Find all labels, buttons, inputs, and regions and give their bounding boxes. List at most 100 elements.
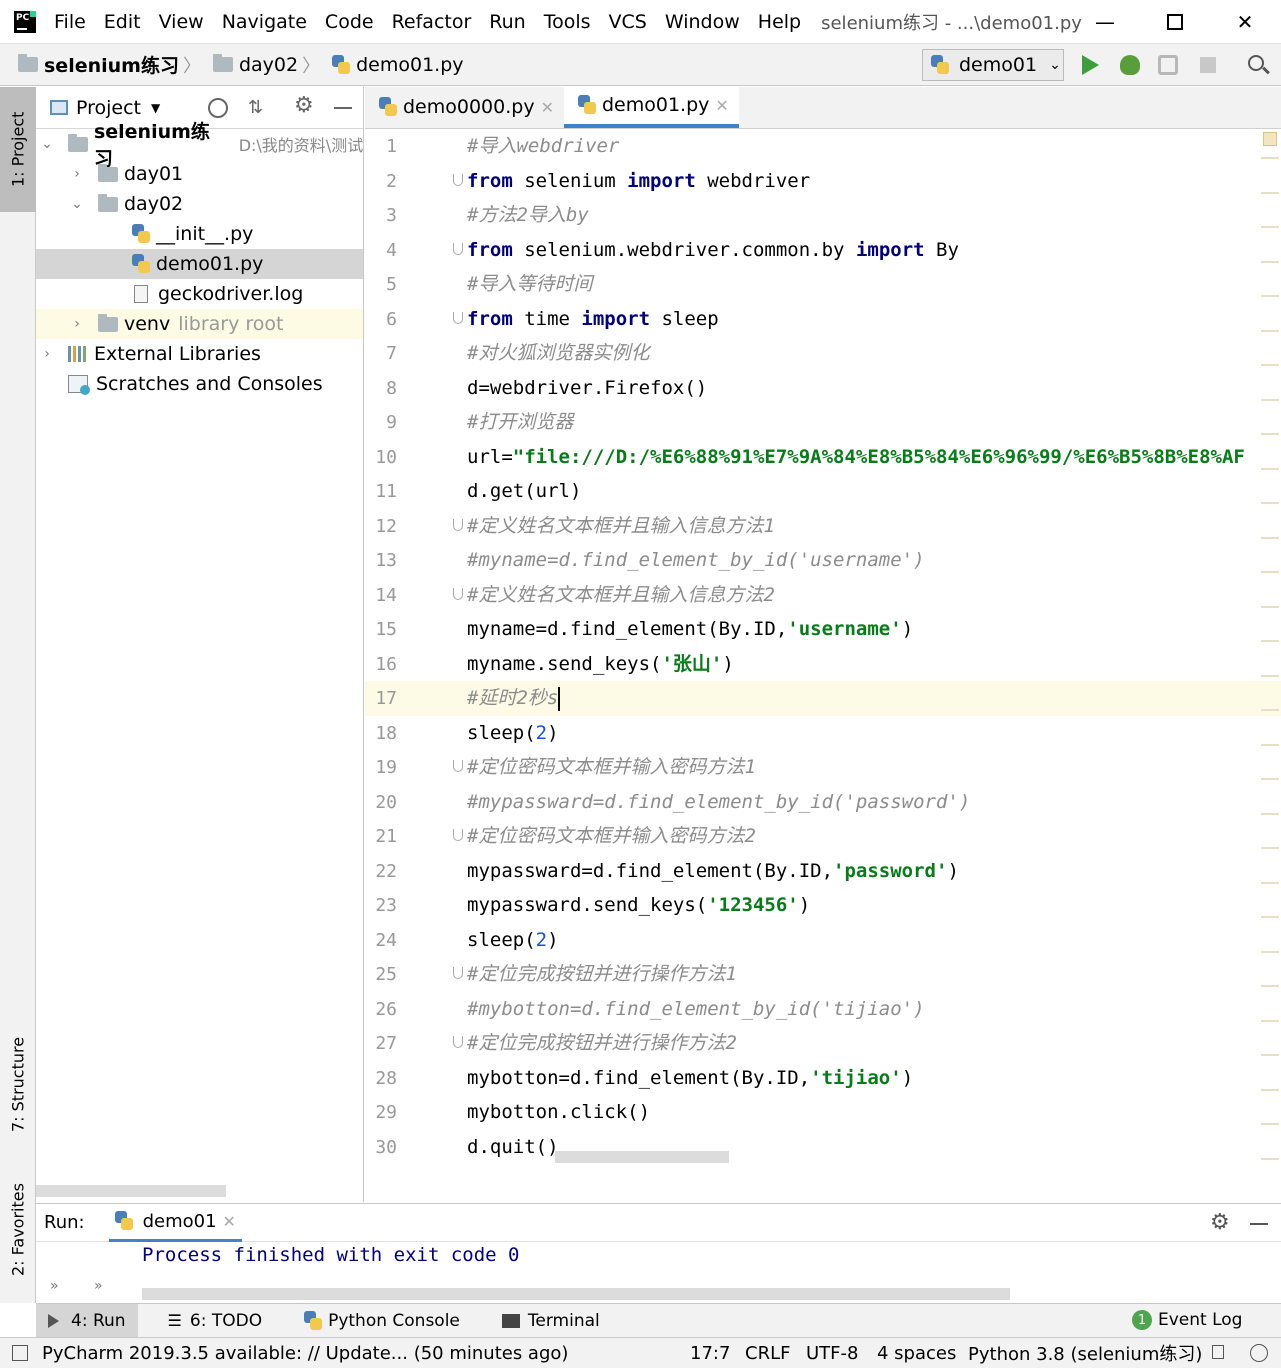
code-line[interactable]: from time import sleep — [467, 302, 719, 336]
error-stripe-mark[interactable] — [1261, 536, 1279, 539]
code-line[interactable]: d.get(url) — [467, 474, 581, 508]
menu-navigate[interactable]: Navigate — [222, 11, 307, 33]
menu-view[interactable]: View — [159, 11, 204, 33]
error-stripe-mark[interactable] — [1261, 571, 1279, 573]
code-line[interactable]: d=webdriver.Firefox() — [467, 371, 707, 405]
code-line[interactable]: mypassward=d.find_element(By.ID,'passwor… — [467, 854, 959, 888]
error-stripe-mark[interactable] — [1261, 295, 1279, 297]
lock-icon[interactable] — [1212, 1345, 1224, 1359]
chevron-down-icon[interactable]: ▼ — [151, 101, 160, 115]
error-stripe-mark[interactable] — [1261, 847, 1279, 849]
fold-marker-icon[interactable] — [453, 587, 463, 600]
error-stripe-mark[interactable] — [1261, 916, 1279, 918]
tree-item-demo01-py[interactable]: demo01.py — [36, 249, 363, 279]
code-line[interactable]: #定义姓名文本框并且输入信息方法2 — [467, 578, 775, 612]
code-line[interactable]: #定义姓名文本框并且输入信息方法1 — [467, 509, 775, 543]
code-line[interactable]: #定位密码文本框并输入密码方法1 — [467, 750, 756, 784]
tree-item-project-root[interactable]: ⌄ selenium练习 D:\我的资料\测试 — [36, 121, 363, 170]
code-line[interactable]: #方法2导入by — [467, 198, 589, 232]
tree-item-scratches[interactable]: Scratches and Consoles — [36, 369, 363, 399]
breadcrumb-file[interactable]: demo01.py — [332, 54, 464, 76]
error-stripe-mark[interactable] — [1261, 1054, 1279, 1056]
menu-window[interactable]: Window — [665, 11, 740, 33]
run-horizontal-scrollbar[interactable] — [142, 1288, 1010, 1300]
code-line[interactable]: mybotton=d.find_element(By.ID,'tijiao') — [467, 1061, 913, 1095]
line-separator[interactable]: CRLF — [745, 1343, 790, 1364]
python-interpreter[interactable]: Python 3.8 (selenium练习) — [968, 1340, 1202, 1366]
menu-file[interactable]: File — [54, 11, 86, 33]
cursor-position[interactable]: 17:7 — [690, 1343, 730, 1364]
expand-icon[interactable]: » — [50, 1278, 59, 1294]
code-line[interactable]: sleep(2) — [467, 923, 559, 957]
breadcrumb-day02[interactable]: day02 — [212, 54, 298, 76]
fold-marker-icon[interactable] — [453, 760, 463, 772]
error-stripe-mark[interactable] — [1261, 743, 1279, 746]
tool-tab-terminal[interactable]: Terminal — [490, 1311, 600, 1331]
close-tab-icon[interactable]: ✕ — [715, 96, 728, 115]
tool-tab-project[interactable]: 1: Project — [0, 87, 36, 212]
fold-marker-icon[interactable] — [453, 242, 463, 255]
code-area[interactable]: 1 #导入webdriver 2 from selenium import webdr… — [365, 129, 1281, 1202]
menu-refactor[interactable]: Refactor — [392, 11, 472, 33]
menu-run[interactable]: Run — [489, 11, 525, 33]
error-stripe-mark[interactable] — [1261, 1019, 1279, 1022]
error-stripe-mark[interactable] — [1261, 1123, 1279, 1125]
error-stripe-mark[interactable] — [1261, 985, 1279, 987]
menu-edit[interactable]: Edit — [104, 11, 141, 33]
minimize-icon[interactable]: — — [1070, 0, 1140, 44]
error-stripe-mark[interactable] — [1261, 605, 1279, 608]
gear-icon[interactable]: ⚙ — [1210, 1210, 1230, 1235]
tool-tab-structure[interactable]: 7: Structure — [0, 1022, 36, 1147]
tool-tab-run[interactable]: 4: Run — [36, 1303, 138, 1338]
error-stripe-mark[interactable] — [1261, 778, 1279, 780]
code-line[interactable]: from selenium import webdriver — [467, 164, 810, 198]
run-config-select[interactable]: demo01 ⌄ — [922, 49, 1064, 81]
error-stripe-mark[interactable] — [1261, 433, 1279, 435]
close-tab-icon[interactable]: ✕ — [541, 98, 554, 117]
error-stripe-mark[interactable] — [1261, 674, 1279, 677]
chevron-right-icon[interactable]: › — [70, 166, 84, 182]
code-line[interactable]: #对火狐浏览器实例化 — [467, 336, 649, 370]
error-stripe-mark[interactable] — [1261, 226, 1279, 228]
menu-code[interactable]: Code — [325, 11, 374, 33]
error-stripe-mark[interactable] — [1261, 1088, 1279, 1091]
error-stripe-mark[interactable] — [1261, 709, 1279, 711]
code-line[interactable]: #mybotton=d.find_element_by_id('tijiao') — [467, 992, 925, 1026]
code-line[interactable]: #定位完成按钮并进行操作方法2 — [467, 1026, 737, 1060]
tool-tab-python-console[interactable]: Python Console — [292, 1310, 460, 1331]
menu-help[interactable]: Help — [758, 11, 801, 33]
fold-marker-icon[interactable] — [453, 518, 463, 531]
error-stripe-mark[interactable] — [1261, 502, 1279, 504]
code-line[interactable]: #延时2秒s — [467, 681, 561, 715]
tool-tab-todo[interactable]: ☰ 6: TODO — [156, 1311, 263, 1331]
tree-item-geckodriver-log[interactable]: geckodriver.log — [36, 279, 363, 309]
chevron-right-icon[interactable]: › — [40, 346, 54, 362]
error-stripe-mark[interactable] — [1261, 1157, 1279, 1160]
tool-tab-favorites[interactable]: 2: Favorites — [0, 1167, 36, 1292]
run-tab-demo01[interactable]: demo01 ✕ — [108, 1204, 242, 1242]
tab-demo0000-py[interactable]: demo0000.py ✕ — [365, 86, 564, 128]
close-icon[interactable]: ✕ — [1210, 0, 1280, 44]
error-stripe-mark[interactable] — [1261, 191, 1279, 194]
locate-icon[interactable] — [208, 98, 228, 118]
fold-marker-icon[interactable] — [453, 829, 463, 841]
code-line[interactable]: url="file:///D:/%E6%88%91%E7%9A%84%E8%B5… — [467, 440, 1245, 474]
code-line[interactable]: #定位完成按钮并进行操作方法1 — [467, 957, 737, 991]
error-stripe-mark[interactable] — [1261, 812, 1279, 815]
hide-icon[interactable] — [334, 107, 352, 109]
code-line[interactable]: #定位密码文本框并输入密码方法2 — [467, 819, 756, 853]
fold-marker-icon[interactable] — [453, 173, 463, 186]
close-tab-icon[interactable]: ✕ — [223, 1212, 236, 1231]
menu-vcs[interactable]: VCS — [609, 11, 647, 33]
tree-item-day02[interactable]: ⌄ day02 — [36, 189, 363, 219]
maximize-icon[interactable] — [1140, 0, 1210, 44]
error-stripe-mark[interactable] — [1261, 329, 1279, 332]
tab-demo01-py[interactable]: demo01.py ✕ — [564, 86, 739, 128]
inspector-icon[interactable] — [1250, 1344, 1268, 1362]
gear-icon[interactable]: ⚙ — [294, 93, 314, 118]
code-line[interactable]: mybotton.click() — [467, 1095, 650, 1129]
status-toggle-icon[interactable] — [12, 1345, 28, 1361]
search-icon[interactable] — [1248, 55, 1270, 75]
coverage-icon[interactable] — [1158, 55, 1178, 75]
tree-item-day01[interactable]: › day01 — [36, 159, 363, 189]
